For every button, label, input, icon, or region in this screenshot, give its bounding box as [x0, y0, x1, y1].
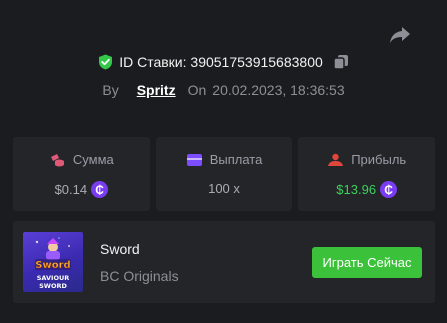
stat-payout-header: Выплата: [186, 152, 263, 167]
copy-icon[interactable]: [333, 54, 349, 70]
stat-profit-value-row: $13.96 ₵: [336, 181, 398, 198]
share-icon: [390, 27, 410, 43]
by-label: By: [102, 82, 119, 98]
on-label: On: [187, 82, 207, 98]
stat-amount-value: $0.14: [54, 182, 88, 197]
stat-profit-label: Прибыль: [351, 152, 407, 167]
wallet-icon: [186, 153, 202, 166]
game-provider: BC Originals: [100, 268, 179, 284]
stat-payout-label: Выплата: [209, 152, 263, 167]
play-now-button[interactable]: Играть Сейчас: [312, 247, 422, 278]
bet-id-text: ID Ставки: 39051753915683800: [119, 54, 323, 70]
stat-amount-label: Сумма: [72, 152, 114, 167]
thumb-subtitle-2: SWORD: [39, 282, 67, 290]
game-thumbnail-art: Sword SAVIOUR SWORD: [35, 237, 71, 290]
thumb-subtitle-1: SAVIOUR: [37, 274, 70, 282]
bet-meta-row: By Spritz On 20.02.2023, 18:36:53: [0, 82, 447, 98]
game-card: Sword SAVIOUR SWORD Sword BC Originals И…: [13, 221, 435, 303]
currency-coin-icon: ₵: [91, 181, 109, 198]
bet-datetime: 20.02.2023, 18:36:53: [212, 82, 345, 98]
share-button[interactable]: [388, 25, 412, 45]
verified-shield-icon: [99, 54, 113, 70]
username-link[interactable]: Spritz: [137, 82, 176, 98]
stat-amount: Сумма $0.14 ₵: [13, 137, 150, 211]
game-thumbnail[interactable]: Sword SAVIOUR SWORD: [23, 232, 83, 292]
stat-profit-header: Прибыль: [327, 152, 406, 167]
stat-amount-header: Сумма: [49, 152, 114, 167]
bet-stats: Сумма $0.14 ₵ Выплата 100 x Прибыль $13.…: [13, 137, 436, 211]
bet-id-row: ID Ставки: 39051753915683800: [0, 54, 447, 70]
stat-amount-value-row: $0.14 ₵: [55, 181, 109, 198]
stat-profit: Прибыль $13.96 ₵: [298, 137, 436, 211]
game-title[interactable]: Sword: [100, 241, 140, 257]
profit-icon: [328, 153, 344, 166]
stat-payout-value: 100 x: [208, 181, 240, 196]
coins-icon: [50, 153, 64, 166]
stat-payout-value-row: 100 x: [208, 181, 240, 196]
stat-payout: Выплата 100 x: [155, 137, 293, 211]
stat-profit-value: $13.96: [336, 182, 377, 197]
thumb-title-text: Sword: [35, 260, 70, 271]
bet-details-panel: ID Ставки: 39051753915683800 By Spritz O…: [0, 0, 447, 323]
currency-coin-icon: ₵: [380, 181, 398, 198]
